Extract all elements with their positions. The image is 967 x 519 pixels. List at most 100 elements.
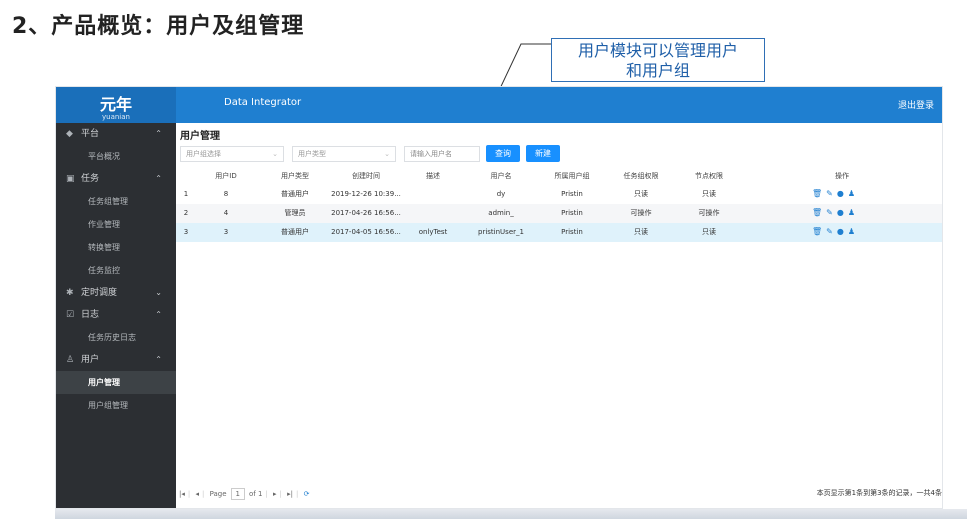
table-row[interactable]: 2 4 管理员 2017-04-26 16:56... admin_ Prist…	[176, 204, 942, 223]
chevron-down-icon: ⌄	[155, 288, 162, 297]
page-of-label: of 1	[249, 490, 263, 498]
main-panel: 用户管理 用户组选择 ⌄ 用户类型 ⌄ 请输入用户名 查询 新建 用户ID 用户…	[176, 123, 942, 508]
sidebar-item-task-monitor[interactable]: 任务监控	[56, 259, 176, 282]
users-icon[interactable]: ♟	[848, 227, 855, 236]
cell-node-permission: 可操作	[698, 209, 720, 217]
table-header: 用户ID 用户类型 创建时间 描述 用户名 所属用户组 任务组权限 节点权限 操…	[176, 167, 942, 185]
cell-created: 2019-12-26 10:39...	[331, 190, 401, 198]
sidebar-group-label: 日志	[81, 310, 100, 320]
chevron-up-icon: ⌃	[155, 355, 162, 364]
taskbar-strip	[55, 509, 967, 519]
sidebar-item-task-history[interactable]: 任务历史日志	[56, 326, 176, 349]
logout-link[interactable]: 退出登录	[898, 98, 934, 111]
app-window: 元年 yuanian Data Integrator 退出登录 ◆ 平台 ⌃ 平台…	[55, 86, 943, 509]
delete-icon[interactable]: 🗑	[812, 189, 822, 198]
callout-box: 用户模块可以管理用户 和用户组	[551, 38, 765, 82]
sidebar-group-task[interactable]: ▣ 任务 ⌃	[56, 168, 176, 190]
logo[interactable]: 元年 yuanian	[56, 87, 176, 123]
edit-icon: ☑	[66, 310, 75, 320]
cell-user-type: 普通用户	[281, 228, 309, 236]
cell-user-id: 4	[223, 209, 229, 217]
sidebar: ◆ 平台 ⌃ 平台概况 ▣ 任务 ⌃ 任务组管理 作业管理 转换管理 任务监控 ✱ 定…	[56, 123, 176, 508]
logo-subtext: yuanian	[102, 113, 130, 121]
user-type-select-value: 用户类型	[298, 150, 326, 158]
cell-task-permission: 可操作	[630, 209, 652, 217]
pagination-bar: |◂ | ◂ | Page 1 of 1 | ▸ | ▸| | ⟳ 本页显示第1条到第3条…	[176, 483, 942, 505]
pagination-controls: |◂ | ◂ | Page 1 of 1 | ▸ | ▸| | ⟳	[179, 488, 310, 500]
user-group-select[interactable]: 用户组选择 ⌄	[180, 146, 284, 162]
slide-title: 2、产品概览：用户及组管理	[12, 14, 305, 39]
sidebar-group-log[interactable]: ☑ 日志 ⌃	[56, 304, 176, 326]
next-page-icon[interactable]: ▸	[273, 490, 277, 498]
topbar: 元年 yuanian Data Integrator 退出登录	[56, 87, 942, 123]
new-button[interactable]: 新建	[526, 145, 560, 162]
sidebar-item-user-management[interactable]: 用户管理	[56, 371, 176, 394]
cell-user-type: 普通用户	[281, 190, 309, 198]
edit-icon[interactable]: ✎	[826, 227, 833, 236]
sidebar-group-label: 用户	[81, 355, 100, 365]
table-row[interactable]: 1 8 普通用户 2019-12-26 10:39... dy Pristin …	[176, 185, 942, 204]
circle-icon[interactable]: ●	[837, 227, 844, 236]
sidebar-group-user[interactable]: ♙ 用户 ⌃	[56, 349, 176, 371]
cell-index: 1	[183, 190, 189, 198]
username-input[interactable]: 请输入用户名	[404, 146, 480, 162]
row-actions: 🗑 ✎ ● ♟	[812, 223, 872, 241]
cell-created: 2017-04-05 16:56...	[331, 228, 401, 236]
circle-icon[interactable]: ●	[837, 189, 844, 198]
column-header: 用户类型	[281, 172, 309, 180]
cell-index: 2	[183, 209, 189, 217]
user-table: 用户ID 用户类型 创建时间 描述 用户名 所属用户组 任务组权限 节点权限 操…	[176, 167, 942, 242]
column-header: 创建时间	[352, 172, 380, 180]
chevron-up-icon: ⌃	[155, 174, 162, 183]
sidebar-group-platform[interactable]: ◆ 平台 ⌃	[56, 123, 176, 145]
column-header: 操作	[835, 172, 849, 180]
user-group-select-value: 用户组选择	[186, 150, 221, 158]
sidebar-item-task-groups[interactable]: 任务组管理	[56, 190, 176, 213]
cell-description: onlyTest	[418, 228, 448, 236]
chevron-up-icon: ⌃	[155, 310, 162, 319]
page-number-input[interactable]: 1	[230, 488, 245, 500]
column-header: 描述	[426, 172, 440, 180]
cell-username: admin_	[488, 209, 514, 217]
cell-node-permission: 只读	[702, 228, 716, 236]
gear-icon: ✱	[66, 288, 74, 298]
sidebar-item-user-group-management[interactable]: 用户组管理	[56, 394, 176, 417]
cell-user-id: 3	[223, 228, 229, 236]
page-title: 用户管理	[180, 131, 220, 142]
app-name: Data Integrator	[224, 97, 302, 108]
table-row[interactable]: 3 3 普通用户 2017-04-05 16:56... onlyTest pr…	[176, 223, 942, 242]
cell-description	[408, 185, 458, 204]
first-page-icon[interactable]: |◂	[179, 490, 185, 498]
last-page-icon[interactable]: ▸|	[287, 490, 293, 498]
prev-page-icon[interactable]: ◂	[195, 490, 199, 498]
sidebar-group-schedule[interactable]: ✱ 定时调度 ⌄	[56, 282, 176, 304]
sidebar-item-transforms[interactable]: 转换管理	[56, 236, 176, 259]
cell-group: Pristin	[561, 228, 583, 236]
sidebar-group-label: 平台	[81, 129, 100, 139]
users-icon[interactable]: ♟	[848, 189, 855, 198]
column-header: 所属用户组	[554, 172, 590, 180]
chevron-down-icon: ⌄	[384, 150, 390, 158]
sidebar-item-platform-overview[interactable]: 平台概况	[56, 145, 176, 168]
sidebar-group-label: 任务	[81, 174, 100, 184]
query-button[interactable]: 查询	[486, 145, 520, 162]
cell-group: Pristin	[561, 209, 583, 217]
pagination-summary: 本页显示第1条到第3条的记录，一共4条	[816, 489, 942, 497]
edit-icon[interactable]: ✎	[826, 189, 833, 198]
delete-icon[interactable]: 🗑	[812, 227, 822, 236]
sidebar-item-jobs[interactable]: 作业管理	[56, 213, 176, 236]
cell-username: pristinUser_1	[478, 228, 524, 236]
column-header: 节点权限	[695, 172, 723, 180]
cell-group: Pristin	[561, 190, 583, 198]
column-header: 任务组权限	[623, 172, 659, 180]
user-type-select[interactable]: 用户类型 ⌄	[292, 146, 396, 162]
sidebar-group-label: 定时调度	[81, 288, 118, 298]
page-label: Page	[209, 490, 227, 498]
users-icon[interactable]: ♟	[848, 208, 855, 217]
callout-line-1: 用户模块可以管理用户	[577, 41, 738, 60]
refresh-icon[interactable]: ⟳	[304, 490, 310, 498]
circle-icon[interactable]: ●	[837, 208, 844, 217]
edit-icon[interactable]: ✎	[826, 208, 833, 217]
delete-icon[interactable]: 🗑	[812, 208, 822, 217]
cell-index: 3	[183, 228, 189, 236]
